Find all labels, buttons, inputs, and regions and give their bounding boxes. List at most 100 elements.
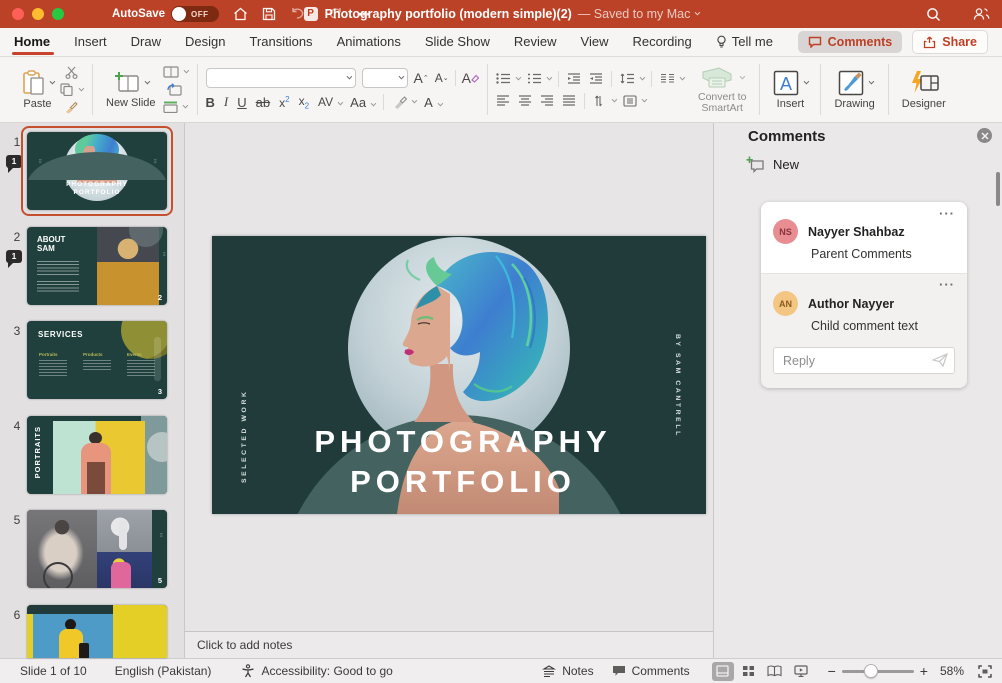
- more-commands-icon[interactable]: ⋯: [357, 6, 372, 23]
- copy-button[interactable]: [60, 81, 82, 98]
- share-people-icon[interactable]: [973, 7, 990, 21]
- reply-input[interactable]: [773, 347, 955, 374]
- line-spacing-button[interactable]: [620, 73, 643, 84]
- align-right-button[interactable]: [540, 95, 554, 106]
- font-color-button[interactable]: A: [424, 95, 441, 110]
- slide-sorter-view-button[interactable]: [738, 662, 760, 681]
- zoom-slider[interactable]: [842, 670, 914, 673]
- new-comment-button[interactable]: New: [746, 156, 799, 173]
- undo-button[interactable]: [290, 7, 314, 21]
- slide-thumbnail-1[interactable]: PHOTOGRAPHYPORTFOLIO ||| |||: [27, 132, 167, 210]
- zoom-percentage[interactable]: 58%: [940, 664, 964, 678]
- reset-slide-button[interactable]: [163, 81, 187, 98]
- drawing-button[interactable]: Drawing: [829, 68, 879, 112]
- minimize-window-button[interactable]: [32, 8, 44, 20]
- autosave-switch-icon[interactable]: OFF: [171, 6, 219, 22]
- zoom-slider-knob[interactable]: [864, 664, 878, 678]
- slideshow-view-button[interactable]: [790, 662, 812, 681]
- comments-toggle-button[interactable]: Comments: [798, 31, 903, 53]
- tab-transitions[interactable]: Transitions: [237, 28, 324, 57]
- reading-view-button[interactable]: [764, 662, 786, 681]
- close-window-button[interactable]: [12, 8, 24, 20]
- tab-home[interactable]: Home: [14, 28, 62, 57]
- increase-font-size-button[interactable]: A⌃: [414, 70, 429, 86]
- accessibility-status[interactable]: Accessibility: Good to go: [241, 664, 392, 678]
- zoom-window-button[interactable]: [52, 8, 64, 20]
- search-icon[interactable]: [926, 7, 941, 22]
- italic-button[interactable]: I: [224, 94, 228, 110]
- tab-insert[interactable]: Insert: [62, 28, 119, 57]
- bullets-button[interactable]: [496, 73, 519, 84]
- comments-scrollbar[interactable]: [996, 172, 1000, 206]
- home-icon[interactable]: [233, 7, 248, 21]
- columns-button[interactable]: [660, 73, 683, 84]
- convert-to-smartart-button[interactable]: Convert toSmartArt: [693, 64, 751, 116]
- tab-view[interactable]: View: [569, 28, 621, 57]
- notes-area[interactable]: Click to add notes: [185, 631, 713, 658]
- numbered-list-icon: [527, 73, 542, 84]
- new-slide-button[interactable]: New Slide: [101, 69, 161, 111]
- cut-button[interactable]: [60, 64, 82, 81]
- align-left-button[interactable]: [496, 95, 510, 106]
- highlight-color-button[interactable]: [393, 96, 415, 109]
- superscript-button[interactable]: x2: [279, 95, 289, 110]
- comment-menu-button[interactable]: ···: [939, 277, 955, 292]
- tab-slide-show[interactable]: Slide Show: [413, 28, 502, 57]
- close-comments-icon[interactable]: [977, 128, 992, 143]
- font-size-select[interactable]: [362, 68, 408, 88]
- comments-toggle-statusbar[interactable]: Comments: [612, 664, 690, 678]
- tab-recording[interactable]: Recording: [621, 28, 704, 57]
- change-case-button[interactable]: Aa: [350, 95, 374, 110]
- align-text-button[interactable]: [623, 95, 645, 107]
- tab-draw[interactable]: Draw: [119, 28, 173, 57]
- slide-2-comment-badge[interactable]: 1: [6, 250, 22, 263]
- normal-view-button[interactable]: [712, 662, 734, 681]
- zoom-in-button[interactable]: +: [920, 663, 928, 679]
- slide-counter[interactable]: Slide 1 of 10: [20, 664, 87, 678]
- insert-text-box-button[interactable]: A Insert: [768, 68, 812, 112]
- zoom-out-button[interactable]: −: [828, 663, 836, 679]
- language-selector[interactable]: English (Pakistan): [115, 664, 212, 678]
- section-button[interactable]: [163, 99, 187, 116]
- align-center-button[interactable]: [518, 95, 532, 106]
- tab-review[interactable]: Review: [502, 28, 569, 57]
- numbering-button[interactable]: [527, 73, 550, 84]
- redo-button[interactable]: [328, 7, 343, 21]
- decrease-indent-button[interactable]: [567, 73, 581, 84]
- decrease-font-size-button[interactable]: A⌄: [435, 71, 449, 85]
- reset-icon: [167, 83, 182, 96]
- increase-indent-button[interactable]: [589, 73, 603, 84]
- subscript-button[interactable]: x2: [299, 94, 309, 110]
- strikethrough-button[interactable]: ab: [256, 95, 270, 110]
- underline-button[interactable]: U: [237, 95, 246, 110]
- paste-button[interactable]: Paste: [17, 68, 58, 112]
- text-direction-button[interactable]: [593, 95, 615, 107]
- layout-button[interactable]: [163, 64, 187, 81]
- comment-menu-button[interactable]: ···: [939, 206, 955, 221]
- clear-formatting-button[interactable]: A: [462, 70, 479, 86]
- share-button[interactable]: Share: [912, 30, 988, 54]
- slide-thumbnail-4[interactable]: PORTRAITS: [27, 416, 167, 494]
- font-name-select[interactable]: [206, 68, 356, 88]
- bold-button[interactable]: B: [206, 95, 215, 110]
- tab-design[interactable]: Design: [173, 28, 237, 57]
- tab-animations[interactable]: Animations: [325, 28, 413, 57]
- slide-canvas[interactable]: SELECTED WORK BY SAM CANTRELL PHOTOGRAPH…: [212, 236, 706, 514]
- slide-thumbnail-2[interactable]: ABOUTSAM ||| 2: [27, 227, 167, 305]
- format-painter-button[interactable]: [60, 99, 82, 116]
- send-reply-icon[interactable]: [932, 353, 948, 372]
- character-spacing-button[interactable]: AV: [318, 95, 341, 109]
- child-comment[interactable]: ··· AN Author Nayyer Child comment text: [761, 273, 967, 345]
- fit-slide-button[interactable]: [978, 665, 992, 678]
- slide-thumbnail-6[interactable]: [27, 605, 167, 658]
- justify-button[interactable]: [562, 95, 576, 106]
- slide-1-comment-badge[interactable]: 1: [6, 155, 22, 168]
- save-icon[interactable]: [262, 7, 276, 21]
- autosave-toggle[interactable]: AutoSave OFF: [112, 6, 219, 22]
- slide-thumbnail-5[interactable]: ||| 5: [27, 510, 167, 588]
- notes-toggle-button[interactable]: Notes: [542, 664, 593, 678]
- tab-tell-me[interactable]: Tell me: [704, 28, 785, 57]
- designer-button[interactable]: Designer: [897, 68, 951, 112]
- slide-thumbnail-3[interactable]: SERVICES Portraits Products Events 3: [27, 321, 167, 399]
- parent-comment[interactable]: ··· NS Nayyer Shahbaz Parent Comments: [761, 202, 967, 273]
